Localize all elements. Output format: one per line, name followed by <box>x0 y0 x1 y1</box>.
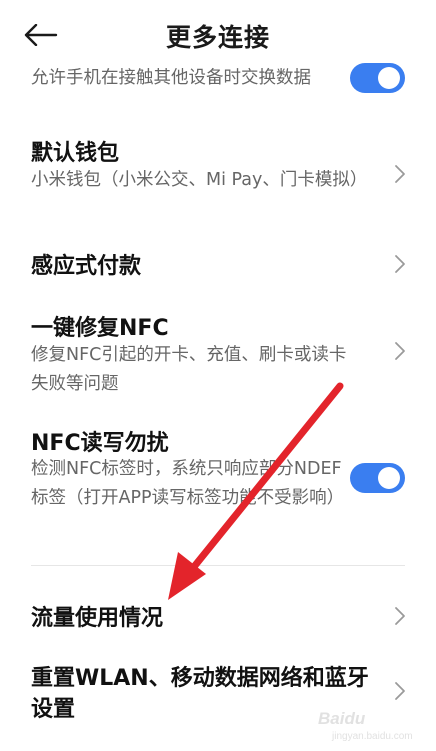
nfc-toggle[interactable] <box>350 63 405 93</box>
watermark-logo: Baidu jingyan.baidu.com <box>318 709 413 745</box>
nfc-dnd-toggle[interactable] <box>350 463 405 493</box>
toggle-knob <box>378 467 400 489</box>
setting-item-title: 感应式付款 <box>31 254 142 279</box>
setting-item-description: 允许手机在接触其他设备时交换数据 <box>31 68 311 88</box>
setting-item-title: 流量使用情况 <box>31 606 164 631</box>
setting-item-nfc-dnd[interactable]: NFC读写勿扰 检测NFC标签时，系统只响应部分NDEF标签（打开APP读写标签… <box>0 420 436 540</box>
setting-item-contactless-payment[interactable]: 感应式付款 <box>0 240 436 290</box>
setting-item-nfc[interactable]: 允许手机在接触其他设备时交换数据 <box>0 60 436 120</box>
toggle-knob <box>378 67 400 89</box>
setting-item-description: 修复NFC引起的开卡、充值、刷卡或读卡失败等问题 <box>31 345 347 394</box>
setting-item-title: 一键修复NFC <box>31 316 169 341</box>
setting-item-description: 检测NFC标签时，系统只响应部分NDEF标签（打开APP读写标签功能不受影响） <box>31 459 345 508</box>
page-title: 更多连接 <box>165 23 270 52</box>
chevron-right-icon <box>395 607 405 625</box>
setting-item-default-wallet[interactable]: 默认钱包 小米钱包（小米公交、Mi Pay、门卡模拟） <box>0 130 436 220</box>
chevron-right-icon <box>395 255 405 273</box>
watermark-brand: Baidu <box>318 709 366 728</box>
setting-item-title: 默认钱包 <box>31 141 120 166</box>
watermark-url: jingyan.baidu.com <box>332 731 413 742</box>
setting-item-data-usage[interactable]: 流量使用情况 <box>0 590 436 640</box>
chevron-right-icon <box>395 682 405 700</box>
setting-item-repair-nfc[interactable]: 一键修复NFC 修复NFC引起的开卡、充值、刷卡或读卡失败等问题 <box>0 305 436 395</box>
chevron-right-icon <box>395 342 405 360</box>
setting-item-description: 小米钱包（小米公交、Mi Pay、门卡模拟） <box>31 170 368 190</box>
setting-item-title: NFC读写勿扰 <box>31 431 169 456</box>
section-divider <box>31 565 405 566</box>
chevron-right-icon <box>395 165 405 183</box>
